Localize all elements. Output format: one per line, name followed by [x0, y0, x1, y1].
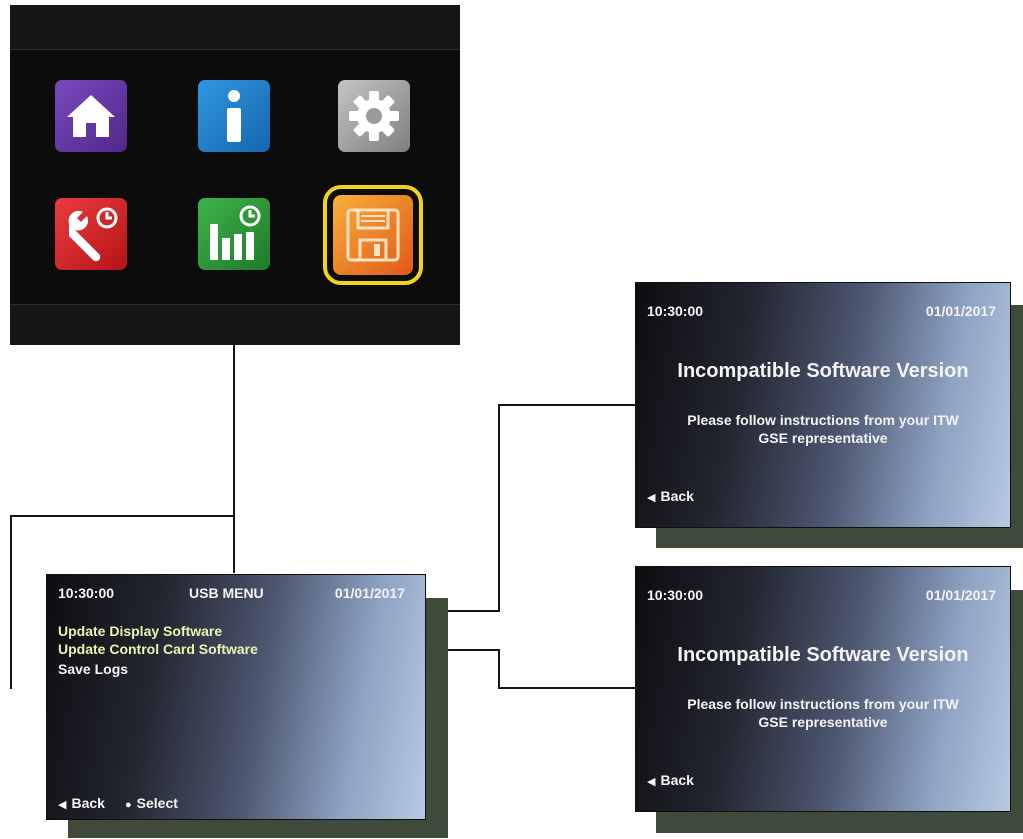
usb-menu-select-button[interactable]: ● Select	[125, 795, 178, 811]
popup-1-title: Incompatible Software Version	[677, 360, 969, 382]
usb-save-tile[interactable]	[323, 185, 423, 285]
connector-left-drop	[10, 515, 12, 689]
usb-menu-title: USB MENU	[189, 585, 264, 601]
usb-menu-time: 10:30:00	[58, 585, 115, 601]
menu-item-update-display-software[interactable]: Update Display Software	[58, 623, 222, 639]
popup-1-message-line-1: Please follow instructions from your ITW	[687, 412, 959, 428]
connector-item2-h2	[498, 687, 636, 689]
menu-item-update-control-card-software[interactable]: Update Control Card Software	[58, 641, 258, 657]
popup-1-back-button[interactable]: ◀ Back	[647, 488, 694, 504]
popup-1-message-line-2: GSE representative	[758, 430, 888, 446]
connector-item1-v	[498, 404, 500, 612]
usb-menu-date: 01/01/2017	[334, 585, 405, 601]
popup-2-message-line-1: Please follow instructions from your ITW	[687, 696, 959, 712]
popup-2-date: 01/01/2017	[925, 587, 996, 603]
menu-item-save-logs[interactable]: Save Logs	[58, 661, 128, 677]
statistics-tile[interactable]	[198, 198, 270, 270]
usb-menu-select-label: Select	[136, 795, 178, 811]
back-arrow-icon: ◀	[58, 799, 67, 811]
connector-item1-h2	[498, 404, 636, 406]
usb-menu-back-button[interactable]: ◀ Back	[58, 795, 105, 811]
popup-2-back-label: Back	[660, 772, 694, 788]
info-tile[interactable]	[198, 80, 270, 152]
connector-left-branch	[10, 515, 235, 517]
wrench-clock-icon	[68, 207, 118, 262]
back-arrow-icon: ◀	[647, 776, 656, 788]
select-dot-icon: ●	[125, 799, 132, 811]
popup-2-screen: 10:30:00 01/01/2017 Incompatible Softwar…	[635, 566, 1011, 812]
popup-2-time: 10:30:00	[647, 587, 704, 603]
info-icon	[227, 90, 241, 142]
usb-menu-screen: 10:30:00 USB MENU 01/01/2017 Update Disp…	[46, 574, 426, 820]
popup-2-back-button[interactable]: ◀ Back	[647, 772, 694, 788]
maintenance-tile[interactable]	[55, 198, 127, 270]
main-menu-top-bar	[10, 5, 460, 50]
popup-1-back-label: Back	[660, 488, 694, 504]
popup-1-time: 10:30:00	[647, 303, 704, 319]
popup-1-date: 01/01/2017	[925, 303, 996, 319]
connector-item2-v	[498, 649, 500, 689]
back-arrow-icon: ◀	[647, 492, 656, 504]
usb-menu-back-label: Back	[71, 795, 105, 811]
connector-main-to-usb	[233, 345, 235, 515]
chart-clock-icon	[210, 205, 261, 260]
home-tile[interactable]	[55, 80, 127, 152]
connector-usb-top	[233, 515, 235, 573]
settings-tile[interactable]	[338, 80, 410, 152]
main-menu-screen	[10, 5, 460, 345]
floppy-disk-icon	[346, 208, 400, 262]
main-menu-bottom-bar	[10, 304, 460, 345]
popup-2-message-line-2: GSE representative	[758, 714, 888, 730]
home-icon	[67, 95, 115, 137]
popup-2-title: Incompatible Software Version	[677, 644, 969, 666]
gear-icon	[349, 91, 399, 141]
popup-1-screen: 10:30:00 01/01/2017 Incompatible Softwar…	[635, 282, 1011, 528]
